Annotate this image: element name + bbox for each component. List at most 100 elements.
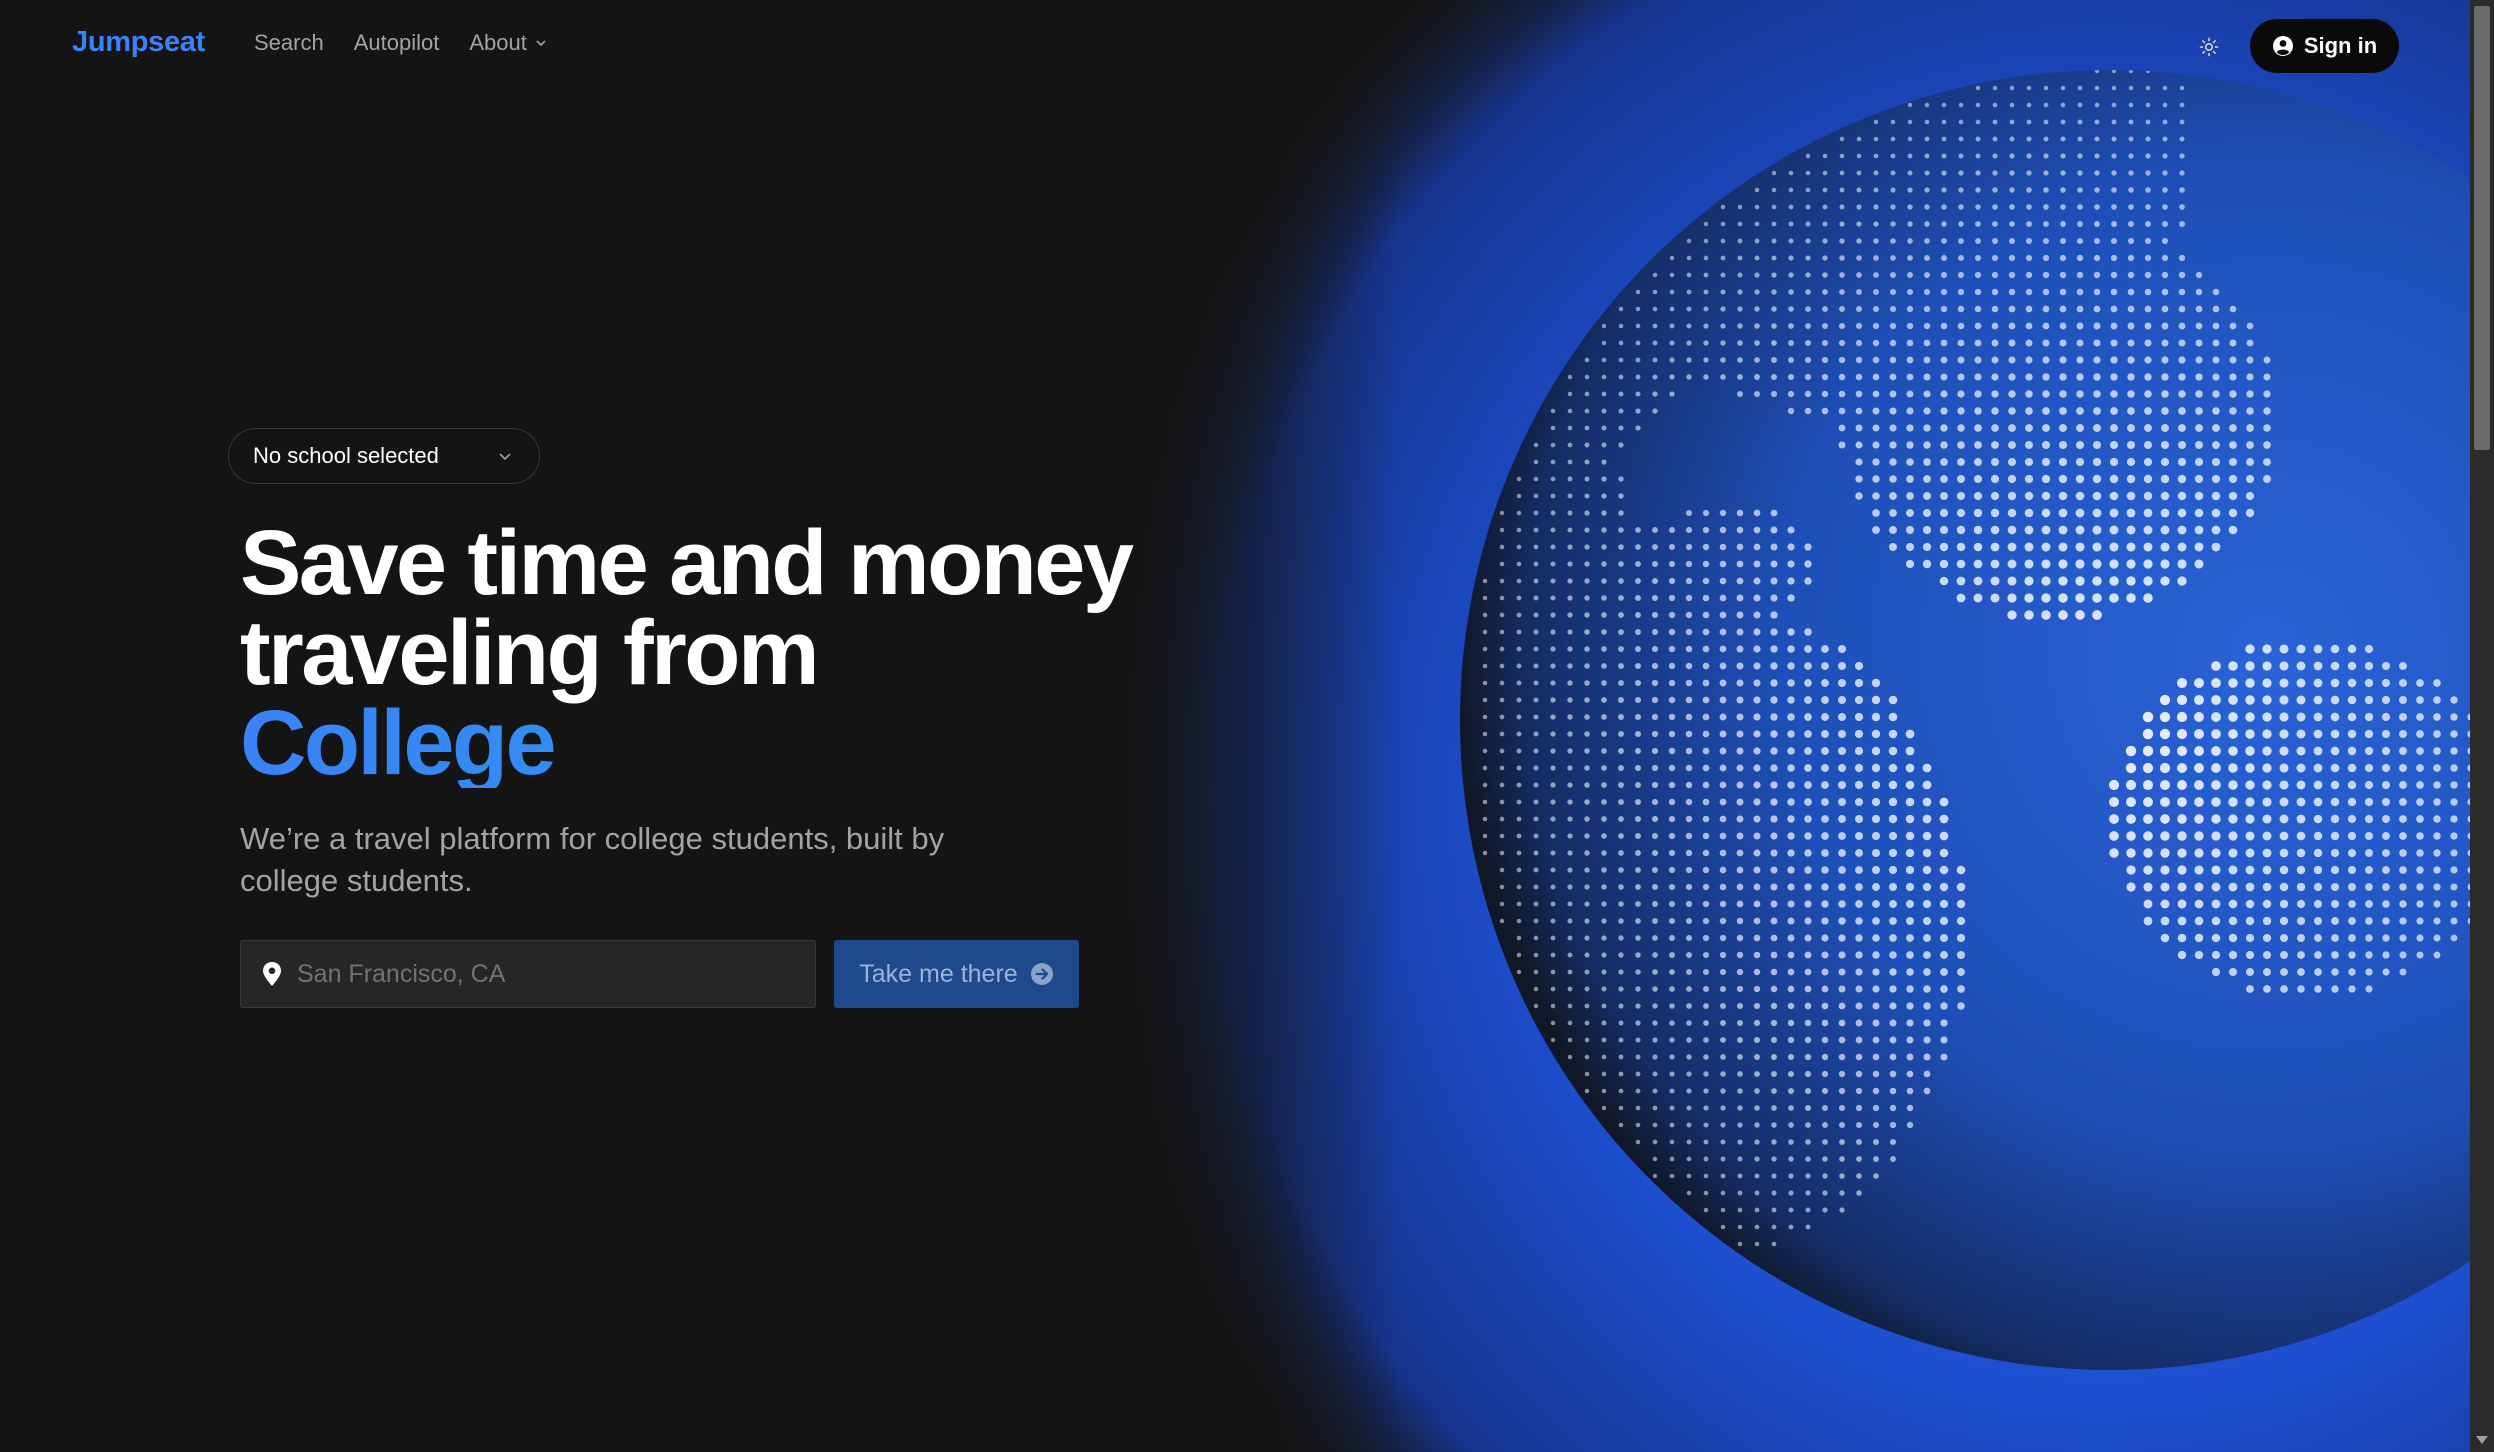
- globe-dot: [2279, 933, 2289, 943]
- globe-dot: [1939, 933, 1949, 943]
- globe-dot: [2228, 780, 2238, 790]
- globe-dot: [1805, 221, 1811, 227]
- globe-dot: [2330, 865, 2340, 875]
- globe-dot: [1907, 255, 1913, 261]
- globe-dot: [2229, 373, 2237, 381]
- globe-dot: [2143, 916, 2153, 926]
- globe-dot: [2331, 917, 2339, 925]
- globe-dot: [2145, 119, 2151, 125]
- globe-dot: [1975, 153, 1981, 159]
- globe-dot: [2143, 542, 2153, 552]
- globe-dot: [2313, 814, 2323, 824]
- school-select-dropdown[interactable]: No school selected: [228, 428, 540, 484]
- globe-dot: [1788, 187, 1794, 193]
- globe-dot: [2263, 356, 2271, 364]
- globe-dot: [2007, 610, 2017, 620]
- globe-dot: [2228, 661, 2238, 671]
- globe-dot: [2245, 712, 2255, 722]
- theme-toggle-button[interactable]: [2196, 34, 2222, 60]
- globe-dot: [2075, 610, 2085, 620]
- globe-dot: [1719, 934, 1727, 942]
- scrollbar-thumb[interactable]: [2474, 6, 2490, 450]
- globe-dot: [1855, 390, 1863, 398]
- globe-dot: [2211, 474, 2221, 484]
- globe-dot: [2399, 764, 2407, 772]
- globe-dot: [1839, 1207, 1845, 1213]
- globe-dot: [2245, 882, 2255, 892]
- globe-dot: [2296, 661, 2306, 671]
- globe-dot: [2450, 883, 2458, 891]
- globe-dot: [2348, 934, 2356, 942]
- globe-dot: [2194, 865, 2204, 875]
- globe-dot: [1787, 1070, 1795, 1078]
- globe-dot: [2058, 525, 2068, 535]
- globe-dot: [1939, 542, 1949, 552]
- globe-dot: [2127, 356, 2135, 364]
- globe-dot: [1736, 764, 1744, 772]
- globe-dot: [2382, 883, 2390, 891]
- globe-dot: [1805, 1122, 1811, 1128]
- globe-dot: [2450, 849, 2458, 857]
- globe-dot: [2176, 745, 2188, 757]
- logo[interactable]: Jumpseat: [72, 26, 205, 59]
- globe-dot: [2160, 559, 2170, 569]
- take-me-there-button[interactable]: Take me there: [834, 940, 1079, 1008]
- globe-dot: [2060, 119, 2066, 125]
- globe-dot: [1754, 1139, 1760, 1145]
- page-scrollbar[interactable]: [2470, 0, 2494, 1452]
- globe-dot: [1804, 390, 1812, 398]
- globe-dot: [1719, 849, 1727, 857]
- globe-dot: [2364, 763, 2374, 773]
- globe-dot: [2143, 831, 2153, 841]
- globe-dot: [2263, 373, 2271, 381]
- globe-dot: [1957, 390, 1965, 398]
- globe-dot: [1822, 1207, 1828, 1213]
- globe-dot: [1906, 934, 1914, 942]
- globe-dot: [1838, 849, 1846, 857]
- globe-dot: [1906, 1036, 1914, 1044]
- globe-dot: [2399, 866, 2407, 874]
- globe-dot: [2245, 899, 2255, 909]
- globe-dot: [1805, 1139, 1811, 1145]
- globe-dot: [1992, 119, 1998, 125]
- globe-dot: [2111, 119, 2117, 125]
- globe-dot: [1821, 764, 1829, 772]
- globe-dot: [1871, 746, 1881, 756]
- sign-in-button[interactable]: Sign in: [2250, 19, 2399, 73]
- globe-dot: [1855, 305, 1863, 313]
- globe-dot: [2109, 508, 2119, 518]
- globe-dot: [2262, 933, 2272, 943]
- globe-dot: [2246, 407, 2254, 415]
- globe-dot: [1940, 288, 1948, 296]
- globe-dot: [2433, 730, 2441, 738]
- scroll-down-arrow-icon[interactable]: [2476, 1436, 2488, 1444]
- globe-dot: [2399, 747, 2407, 755]
- globe-dot: [1906, 458, 1914, 466]
- globe-dot: [2245, 644, 2255, 654]
- globe-dot: [2059, 305, 2067, 313]
- globe-dot: [2025, 424, 2033, 432]
- globe-dot: [1990, 542, 2000, 552]
- origin-search-input[interactable]: [297, 959, 815, 989]
- globe-dot: [2125, 779, 2137, 791]
- globe-dot: [2228, 848, 2238, 858]
- nav-search[interactable]: Search: [254, 30, 324, 56]
- globe-dot: [2297, 968, 2305, 976]
- globe-dot: [2076, 237, 2084, 245]
- globe-dot: [1788, 1207, 1794, 1213]
- globe-dot: [2246, 339, 2254, 347]
- nav-autopilot[interactable]: Autopilot: [354, 30, 440, 56]
- globe-dot: [2177, 950, 2187, 960]
- globe-dot: [2075, 525, 2085, 535]
- globe-dot: [2194, 899, 2204, 909]
- globe-dot: [1821, 934, 1829, 942]
- nav-about[interactable]: About: [469, 30, 547, 56]
- globe-dot: [1975, 238, 1981, 244]
- globe-dot: [1905, 865, 1915, 875]
- globe-dot: [1992, 102, 1998, 108]
- globe-dot: [1753, 866, 1761, 874]
- globe-dot: [1856, 1139, 1862, 1145]
- globe-dot: [1822, 1122, 1828, 1128]
- globe-dot: [1770, 798, 1778, 806]
- globe-dot: [1872, 1087, 1880, 1095]
